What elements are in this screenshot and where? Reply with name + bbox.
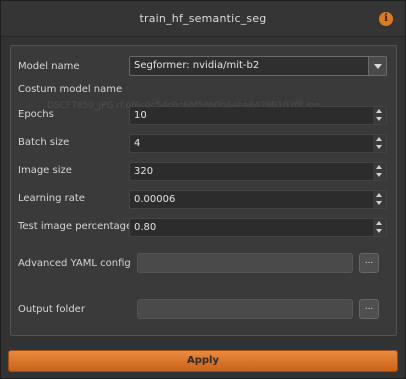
epochs-label: Epochs xyxy=(18,109,54,120)
test-image-percentage-spinbox[interactable]: 0.80 xyxy=(129,218,387,237)
batch-size-stepper xyxy=(373,135,386,152)
image-size-spinbox[interactable]: 320 xyxy=(129,162,387,181)
increment-arrow-icon[interactable] xyxy=(373,107,386,115)
test-image-percentage-stepper xyxy=(373,219,386,236)
dialog-window: train_hf_semantic_seg i Model name Segfo… xyxy=(0,0,406,379)
batch-size-value: 4 xyxy=(134,138,141,149)
advanced-yaml-config-label: Advanced YAML config xyxy=(18,258,131,269)
test-image-percentage-label: Test image percentage xyxy=(18,221,133,232)
increment-arrow-icon[interactable] xyxy=(373,135,386,143)
advanced-yaml-browse-button[interactable]: ... xyxy=(359,253,379,273)
learning-rate-stepper xyxy=(373,191,386,208)
decrement-arrow-icon[interactable] xyxy=(373,144,386,152)
increment-arrow-icon[interactable] xyxy=(373,163,386,171)
model-name-value: Segformer: nvidia/mit-b2 xyxy=(134,60,260,71)
epochs-stepper xyxy=(373,107,386,124)
learning-rate-value: 0.00006 xyxy=(134,194,176,205)
model-name-select[interactable]: Segformer: nvidia/mit-b2 xyxy=(129,56,387,76)
window-title: train_hf_semantic_seg xyxy=(139,12,267,25)
advanced-yaml-config-field[interactable] xyxy=(137,253,353,273)
learning-rate-label: Learning rate xyxy=(18,193,85,204)
output-folder-field[interactable] xyxy=(137,299,353,319)
increment-arrow-icon[interactable] xyxy=(373,219,386,227)
increment-arrow-icon[interactable] xyxy=(373,191,386,199)
decrement-arrow-icon[interactable] xyxy=(373,172,386,180)
apply-button[interactable]: Apply xyxy=(8,350,398,372)
batch-size-spinbox[interactable]: 4 xyxy=(129,134,387,153)
image-size-label: Image size xyxy=(18,165,72,176)
decrement-arrow-icon[interactable] xyxy=(373,116,386,124)
decrement-arrow-icon[interactable] xyxy=(373,200,386,208)
model-name-label: Model name xyxy=(18,61,80,72)
test-image-percentage-value: 0.80 xyxy=(134,222,157,233)
batch-size-label: Batch size xyxy=(18,137,70,148)
chevron-down-icon[interactable] xyxy=(368,57,386,75)
epochs-spinbox[interactable]: 10 xyxy=(129,106,387,125)
decrement-arrow-icon[interactable] xyxy=(373,228,386,236)
image-size-stepper xyxy=(373,163,386,180)
custom-model-name-label: Costum model name xyxy=(18,84,123,95)
title-bar[interactable]: train_hf_semantic_seg i xyxy=(1,1,405,37)
epochs-value: 10 xyxy=(134,110,147,121)
info-icon[interactable]: i xyxy=(379,12,393,26)
output-folder-browse-button[interactable]: ... xyxy=(359,299,379,319)
image-size-value: 320 xyxy=(134,166,154,177)
learning-rate-spinbox[interactable]: 0.00006 xyxy=(129,190,387,209)
output-folder-label: Output folder xyxy=(18,304,85,315)
